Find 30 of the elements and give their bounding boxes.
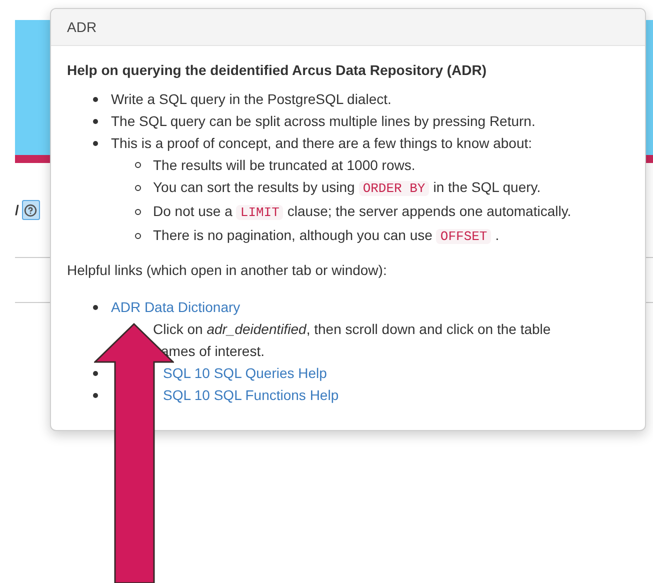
help-link[interactable]: ADR Data Dictionary: [111, 296, 240, 318]
list-item-text: Write a SQL query in the PostgreSQL dialect.: [111, 90, 392, 109]
bullet-icon: [93, 118, 98, 124]
help-button[interactable]: [22, 200, 40, 220]
help-heading: Help on querying the deidentified Arcus Data Repository (ADR): [67, 61, 488, 80]
list-item-text: There is no pagination, although you can use OFFSET .: [153, 226, 500, 246]
help-icon: [24, 204, 38, 216]
bullet-icon: [93, 304, 98, 310]
popover-title: ADR: [51, 9, 645, 46]
circle-bullet-icon: [135, 162, 141, 168]
list-item-text: Do not use a LIMIT clause; the server appends one automatically.: [153, 202, 572, 222]
help-link[interactable]: SQL 10 SQL Queries Help: [163, 362, 327, 384]
bullet-icon: [93, 370, 98, 376]
code-snippet: LIMIT: [236, 205, 284, 220]
bullet-icon: [93, 392, 98, 398]
bullet-icon: [93, 140, 98, 146]
circle-bullet-icon: [135, 209, 141, 215]
list-item-text: This is a proof of concept, and there are a few things to know about:: [111, 134, 532, 153]
code-snippet: OFFSET: [436, 229, 492, 244]
code-snippet: ORDER BY: [358, 181, 430, 196]
links-intro: Helpful links (which open in another tab or window):: [67, 261, 388, 280]
list-item-text: The results will be truncated at 1000 rows.: [153, 156, 416, 175]
field-label: /: [15, 200, 19, 220]
bullet-icon: [93, 96, 98, 102]
circle-bullet-icon: [135, 233, 141, 239]
list-item-text: The SQL query can be split across multiple lines by pressing Return.: [111, 112, 536, 131]
help-link[interactable]: SQL 10 SQL Functions Help: [163, 384, 339, 406]
list-item-text: You can sort the results by using ORDER BY in the SQL query.: [153, 178, 541, 198]
circle-bullet-icon: [135, 185, 141, 191]
link-note: Click on adr_deidentified, then scroll down and click on the table: [153, 320, 552, 339]
